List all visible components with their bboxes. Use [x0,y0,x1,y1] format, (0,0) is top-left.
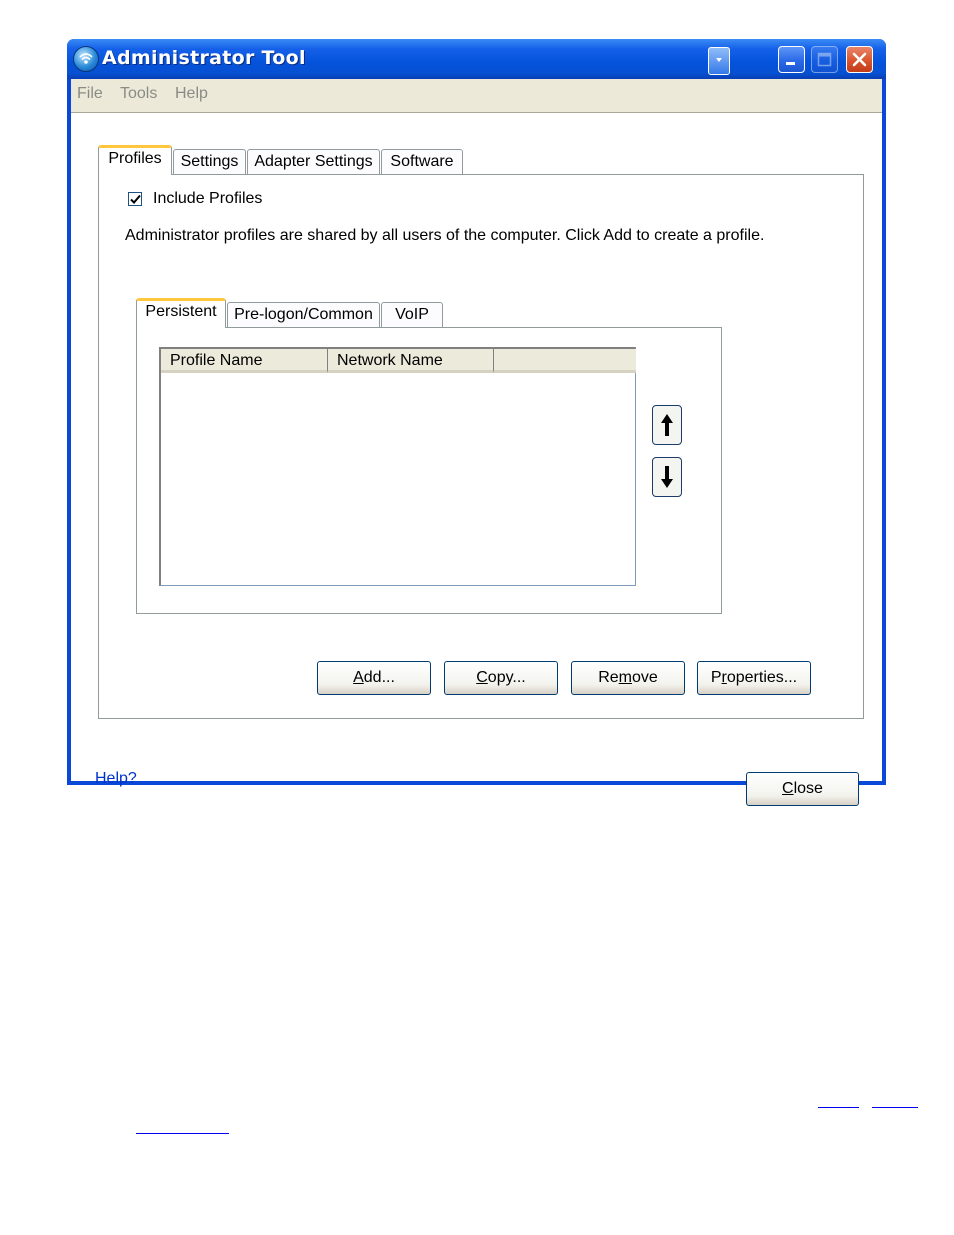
subtab-voip[interactable]: VoIP [381,302,443,328]
properties-label-post: operties... [726,669,798,686]
close-icon[interactable] [846,46,873,73]
include-profiles-label: Include Profiles [153,190,263,207]
minimize-icon[interactable] [778,46,805,73]
maximize-icon [811,46,838,73]
column-header-network-name[interactable]: Network Name [328,349,494,373]
profile-list[interactable]: Profile Name Network Name [159,347,636,586]
add-label-key: A [353,669,364,686]
tab-settings[interactable]: Settings [173,149,246,175]
help-link[interactable]: Help? [95,770,137,788]
administrator-tool-window: Administrator Tool File Tools Help Profi… [67,39,886,806]
column-header-blank [494,349,636,373]
menu-bar: File Tools Help [71,79,882,109]
menu-tools[interactable]: Tools [120,85,157,103]
copy-label-post: opy... [487,669,526,686]
menu-help[interactable]: Help [175,85,208,103]
remove-label-pre: Re [598,669,619,686]
link-underline[interactable] [818,1107,859,1108]
window-title: Administrator Tool [102,47,306,69]
include-profiles-checkbox[interactable] [128,192,142,206]
move-up-button[interactable] [652,405,682,445]
column-header-profile-name[interactable]: Profile Name [161,349,328,373]
client-area: Profiles Settings Adapter Settings Softw… [71,109,882,806]
arrow-up-icon [661,414,673,436]
remove-label-key: m [618,669,632,686]
link-underline[interactable] [136,1133,229,1134]
subtab-persistent[interactable]: Persistent [136,298,226,328]
add-label-post: dd... [363,669,395,686]
arrow-down-icon [661,466,673,488]
add-button[interactable]: Add... [317,661,431,695]
subtab-prelogon-common[interactable]: Pre-logon/Common [227,302,380,328]
menu-file[interactable]: File [77,85,103,103]
close-label-post: lose [793,780,823,797]
copy-label-key: C [476,669,488,686]
checkmark-icon [130,194,141,204]
move-down-button[interactable] [652,457,682,497]
profiles-description: Administrator profiles are shared by all… [125,227,765,244]
close-button[interactable]: Close [746,772,859,806]
properties-label-pre: P [710,669,722,686]
remove-button[interactable]: Remove [571,661,685,695]
tab-adapter-settings[interactable]: Adapter Settings [247,149,380,175]
tray-icon[interactable] [708,47,730,75]
close-label-key: C [782,780,794,797]
dialog-body: Profiles Settings Adapter Settings Softw… [71,112,882,806]
tab-profiles[interactable]: Profiles [98,145,172,175]
title-bar[interactable]: Administrator Tool [67,39,886,79]
remove-label-post: ove [631,669,658,686]
wireless-app-icon [73,46,99,72]
link-underline[interactable] [872,1107,918,1108]
tab-software[interactable]: Software [381,149,463,175]
copy-button[interactable]: Copy... [444,661,558,695]
properties-button[interactable]: Properties... [697,661,811,695]
persistent-tab-panel: Profile Name Network Name [136,327,722,614]
profiles-tab-panel: Include Profiles Administrator profiles … [98,174,864,719]
